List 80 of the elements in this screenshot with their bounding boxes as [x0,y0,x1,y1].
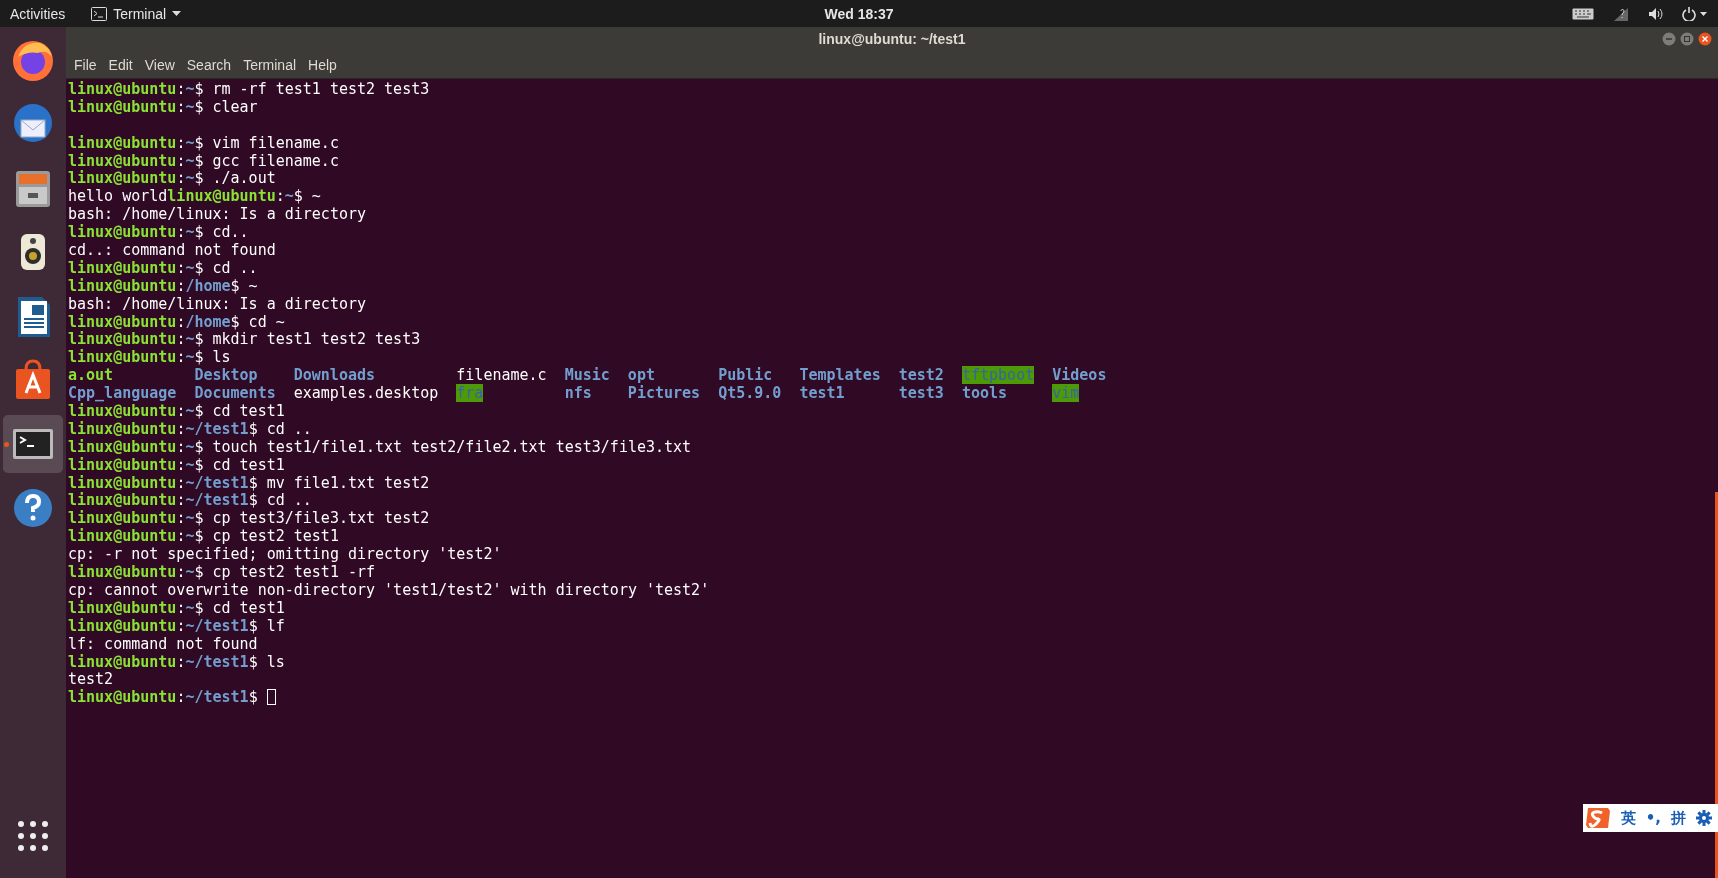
output-line: cp: -r not specified; omitting directory 'test2' [68,546,503,564]
prompt-line: linux@ubuntu:~/test1$ [68,689,1716,708]
keyboard-icon[interactable] [1572,7,1594,20]
file-entry: tools [961,384,1008,403]
power-icon[interactable] [1682,6,1708,21]
file-entry: Downloads [293,366,376,385]
ime-mode[interactable]: 英 [1620,808,1636,828]
settings-icon[interactable] [1696,810,1712,826]
file-entry: examples.desktop [293,384,439,403]
menu-item[interactable]: Search [180,56,238,73]
prompt-line: linux@ubuntu:~/test1$ cd .. [68,420,313,439]
ime-layout[interactable]: 拼 [1671,808,1686,828]
file-entry: Cpp_language [68,384,177,403]
prompt-line: linux@ubuntu:~$ ls [68,349,232,368]
output-line: bash: /home/linux: Is a directory [68,206,367,224]
activities-button[interactable]: Activities [10,5,66,22]
file-entry: Documents [194,384,276,403]
file-entry: Templates [799,366,881,385]
menu-item[interactable]: File [68,56,103,73]
file-entry: a.out [68,366,114,385]
prompt-line: linux@ubuntu:~$ touch test1/file1.txt test2/file2.txt test3/file3.txt [68,438,693,457]
prompt-line: linux@ubuntu:~$ mkdir test1 test2 test3 [68,331,422,349]
file-entry: test2 [898,366,944,385]
prompt-line: linux@ubuntu:~/test1$ cd .. [68,492,313,510]
terminal-icon [91,6,108,21]
clock[interactable]: Wed 18:37 [824,5,894,22]
prompt-line: linux@ubuntu:~$ ./a.out [68,170,277,188]
prompt-line: linux@ubuntu:~$ vim filename.c [68,134,340,153]
file-entry: Public [718,366,773,385]
prompt-line: linux@ubuntu:/home$ ~ [68,277,259,296]
file-entry: Videos [1052,366,1107,385]
prompt-line: linux@ubuntu:~/test1$ ls [68,653,286,672]
ime-punctuation[interactable]: •, [1645,809,1661,827]
volume-icon[interactable] [1648,6,1664,21]
prompt-line: hello worldlinux@ubuntu:~$ ~ [68,188,322,207]
app-grid-icon[interactable] [17,820,49,852]
menu-item[interactable]: Edit [102,56,139,73]
output-line: test2 [68,671,115,689]
window-title: linux@ubuntu: ~/test1 [818,31,966,47]
prompt-line: linux@ubuntu:~$ gcc filename.c [68,152,340,170]
file-entry: Qt5.9.0 [718,384,782,403]
prompt-line: linux@ubuntu:~$ cp test3/file3.txt test2 [68,510,431,528]
scrollbar[interactable] [1715,492,1718,878]
prompt-line: linux@ubuntu:~$ cp test2 test1 [68,528,340,547]
prompt-line: linux@ubuntu:~$ cd test1 [68,456,286,475]
caret-icon [172,10,182,17]
output-line: bash: /home/linux: Is a directory [68,295,367,314]
prompt-line: linux@ubuntu:~$ clear [68,98,259,117]
input-method-logo-icon[interactable] [1584,806,1611,830]
file-entry: vim [1052,384,1080,403]
prompt-line: linux@ubuntu:/home$ cd ~ [68,313,286,331]
close-button[interactable] [1698,32,1712,46]
prompt-line: linux@ubuntu:~/test1$ lf [68,617,286,636]
file-entry: opt [627,366,655,385]
menu-item[interactable]: Help [302,56,343,73]
output-line: cp: cannot overwrite non-directory 'test1/test2' with directory 'test2' [68,581,711,600]
app-menu[interactable]: Terminal [91,5,182,22]
file-entry: test3 [898,384,944,403]
prompt-line: linux@ubuntu:~$ cd.. [68,224,250,242]
file-entry: Pictures [627,384,701,403]
prompt-line: linux@ubuntu:~$ rm -rf test1 test2 test3 [68,81,431,99]
prompt-line: linux@ubuntu:~/test1$ mv file1.txt test2 [68,474,431,492]
file-entry: fra [456,384,484,403]
file-entry: Music [564,366,610,385]
prompt-line: linux@ubuntu:~$ cp test2 test1 -rf [68,564,377,582]
output-line: lf: command not found [68,635,259,654]
prompt-line: linux@ubuntu:~$ cd test1 [68,599,286,618]
file-entry: tftpboot [961,366,1035,385]
minimize-button[interactable] [1662,32,1676,46]
prompt-line: linux@ubuntu:~$ cd .. [68,259,259,278]
file-entry: filename.c [456,366,547,385]
prompt-line: linux@ubuntu:~$ cd test1 [68,403,286,421]
file-entry: nfs [564,384,592,403]
menu-item[interactable]: View [138,56,181,73]
menu-item[interactable]: Terminal [237,56,303,73]
file-entry: Desktop [194,366,258,385]
file-entry: test1 [799,384,845,403]
dock-launcher[interactable] [3,415,63,473]
network-icon[interactable] [1612,5,1630,22]
output-line: cd..: command not found [68,242,277,260]
